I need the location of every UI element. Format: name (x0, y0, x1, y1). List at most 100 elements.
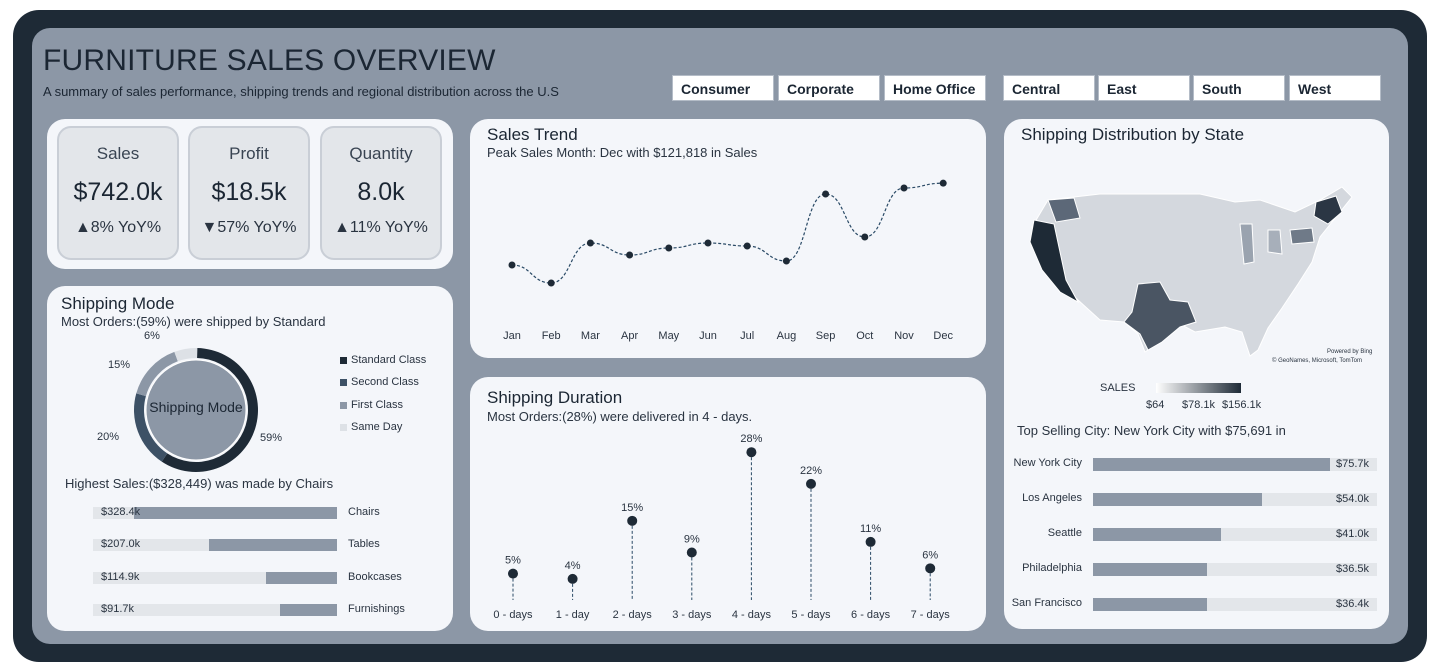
page-subtitle: A summary of sales performance, shipping… (43, 84, 559, 99)
duration-x-tick: 5 - days (791, 609, 831, 621)
category-bar-chairs[interactable]: $328.4k (93, 506, 337, 519)
duration-point[interactable] (865, 536, 876, 547)
top-cities-subtitle: Top Selling City: New York City with $75… (1017, 423, 1286, 438)
slicer-region-west[interactable]: West (1289, 75, 1381, 101)
kpi-card-quantity[interactable]: Quantity 8.0k ▲11% YoY% (320, 126, 442, 260)
sales-trend-x-tick: Dec (933, 330, 953, 342)
city-bar-value: $41.0k (1335, 528, 1369, 540)
category-bar-fill (134, 507, 337, 519)
city-bar-san-francisco[interactable]: $36.4k (1093, 598, 1377, 611)
category-bar-bookcases[interactable]: $114.9k (93, 571, 337, 584)
slicer-region-south[interactable]: South (1193, 75, 1285, 101)
city-bar-los-angeles[interactable]: $54.0k (1093, 493, 1377, 506)
city-bar-value: $36.5k (1335, 563, 1369, 575)
city-bar-philadelphia[interactable]: $36.5k (1093, 563, 1377, 576)
city-bar-label: Seattle (1047, 527, 1082, 539)
city-bar-value: $36.4k (1335, 598, 1369, 610)
sales-trend-x-tick: Nov (894, 330, 914, 342)
sales-trend-point[interactable] (626, 251, 634, 259)
sales-trend-point[interactable] (782, 257, 790, 265)
shipping-duration-subtitle: Most Orders:(28%) were delivered in 4 - … (487, 409, 753, 424)
slicer-segment-consumer[interactable]: Consumer (672, 75, 774, 101)
category-bar-fill (209, 539, 337, 551)
kpi-card-profit[interactable]: Profit $18.5k ▼57% YoY% (188, 126, 310, 260)
sales-trend-point[interactable] (822, 190, 830, 198)
city-bar-seattle[interactable]: $41.0k (1093, 528, 1377, 541)
category-bar-label: Bookcases (348, 571, 402, 583)
duration-x-tick: 4 - days (732, 609, 772, 621)
sales-trend-point[interactable] (586, 239, 594, 247)
city-bar-label: San Francisco (1011, 597, 1082, 609)
duration-value-label: 4% (565, 560, 581, 572)
sales-trend-point[interactable] (939, 179, 947, 187)
sales-trend-x-tick: Feb (542, 330, 561, 342)
legend-label: Same Day (351, 421, 403, 433)
duration-x-tick: 7 - days (911, 609, 951, 621)
city-bar-fill (1093, 493, 1263, 506)
donut-label-second: 20% (97, 431, 120, 443)
sales-trend-line (511, 182, 944, 284)
slicer-region-central[interactable]: Central (1003, 75, 1095, 101)
sales-trend-point[interactable] (704, 239, 712, 247)
shipping-state-title: Shipping Distribution by State (1021, 125, 1245, 144)
state-ohio (1267, 229, 1283, 255)
category-bar-value: $91.7k (101, 603, 135, 615)
kpi-label: Sales (96, 144, 140, 163)
sales-trend-point[interactable] (665, 244, 673, 252)
legend-swatch (340, 356, 347, 364)
city-bar-value: $54.0k (1335, 493, 1369, 505)
sales-trend-x-tick: Apr (621, 330, 638, 342)
map-credit-bing: Powered by Bing (1327, 349, 1373, 355)
city-bar-fill (1093, 528, 1222, 541)
map-legend-gradient (1156, 383, 1241, 393)
duration-point[interactable] (925, 563, 936, 574)
category-bar-fill (266, 572, 337, 584)
legend-label: Standard Class (351, 354, 427, 366)
duration-point[interactable] (508, 568, 518, 579)
city-bar-label: New York City (1013, 457, 1082, 469)
kpi-yoy: ▼57% YoY% (201, 219, 297, 236)
duration-value-label: 5% (505, 555, 521, 567)
category-bar-furnishings[interactable]: $91.7k (93, 603, 337, 616)
duration-point[interactable] (627, 515, 638, 526)
city-bar-new-york-city[interactable]: $75.7k (1093, 458, 1377, 471)
duration-value-label: 15% (621, 502, 643, 514)
sales-trend-point[interactable] (508, 261, 516, 269)
sales-trend-point[interactable] (743, 242, 751, 250)
us-map[interactable] (1020, 172, 1390, 372)
city-bar-fill (1093, 458, 1330, 471)
duration-point[interactable] (806, 478, 816, 489)
duration-point[interactable] (746, 447, 757, 458)
legend-second-class: Second Class (340, 376, 419, 388)
donut-center-label: Shipping Mode (149, 399, 243, 415)
category-bar-tables[interactable]: $207.0k (93, 538, 337, 551)
duration-point[interactable] (567, 573, 578, 584)
sales-trend-x-tick: Mar (581, 330, 600, 342)
legend-label: First Class (351, 399, 403, 411)
slicer-segment-home-office[interactable]: Home Office (884, 75, 986, 101)
duration-x-tick: 3 - days (672, 609, 712, 621)
map-legend-title: SALES (1100, 382, 1136, 394)
sales-trend-chart: Jan Feb Mar Apr May Jun Jul Aug Sep Oct Nov Dec (503, 179, 953, 342)
category-bar-value: $114.9k (101, 571, 140, 583)
state-pennsylvania (1289, 227, 1315, 245)
slicer-segment-corporate[interactable]: Corporate (778, 75, 880, 101)
duration-x-tick: 6 - days (851, 609, 891, 621)
duration-x-tick: 1 - day (556, 609, 590, 621)
kpi-card-sales[interactable]: Sales $742.0k ▲8% YoY% (57, 126, 179, 260)
duration-point[interactable] (686, 547, 697, 558)
us-land (1031, 186, 1353, 357)
duration-value-label: 9% (684, 533, 700, 545)
legend-standard-class: Standard Class (340, 354, 426, 366)
slicer-region-east[interactable]: East (1098, 75, 1190, 101)
shipping-duration-chart: 5% 0 - days 4% 1 - day 15% 2 - days 9% 3 - days… (493, 433, 951, 621)
sales-trend-point[interactable] (900, 184, 908, 192)
donut-label-standard: 59% (260, 432, 283, 444)
sales-trend-point[interactable] (861, 233, 869, 241)
city-bar-label: Philadelphia (1022, 562, 1082, 574)
shipping-duration-title: Shipping Duration (487, 388, 623, 407)
sales-trend-x-tick: Oct (856, 330, 873, 342)
legend-same-day: Same Day (340, 421, 402, 433)
donut-slice-same-day[interactable] (174, 348, 198, 362)
sales-trend-point[interactable] (547, 279, 555, 287)
